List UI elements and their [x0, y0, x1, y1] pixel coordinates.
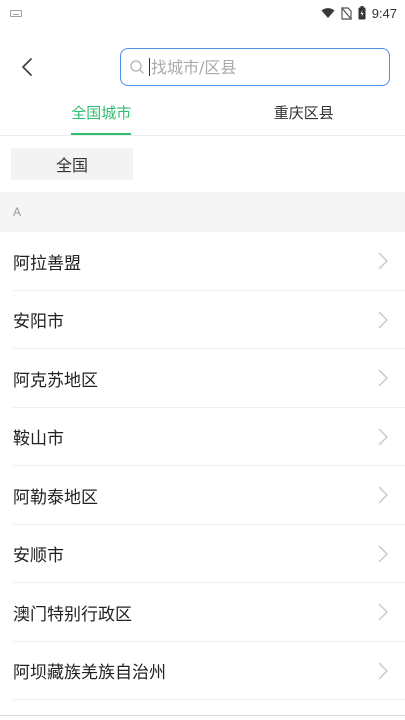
- city-name: 阿勒泰地区: [13, 487, 98, 508]
- keyboard-icon: [10, 9, 22, 17]
- city-name: 安顺市: [13, 546, 64, 567]
- back-button[interactable]: [10, 50, 44, 84]
- tab-bar: 全国城市 重庆区县: [0, 90, 405, 136]
- status-right: 9:47: [321, 6, 397, 21]
- search-box[interactable]: [120, 48, 390, 86]
- nationwide-button[interactable]: 全国: [11, 148, 133, 180]
- city-list-item[interactable]: 阿勒泰地区: [0, 466, 405, 525]
- tab-national-cities[interactable]: 全国城市: [0, 90, 203, 135]
- city-list-item[interactable]: 安顺市: [0, 525, 405, 584]
- city-list-item[interactable]: 安阳市: [0, 291, 405, 350]
- wifi-icon: [321, 8, 335, 18]
- city-list: 阿拉善盟 安阳市 阿克苏地区 鞍山市 阿勒泰地区 安顺市 澳门特别行政区 阿坝藏…: [0, 232, 405, 700]
- city-list-item[interactable]: 阿拉善盟: [0, 232, 405, 291]
- chevron-left-icon: [22, 58, 32, 76]
- chevron-right-icon: [377, 544, 389, 564]
- status-time: 9:47: [371, 5, 397, 21]
- city-name: 阿坝藏族羌族自治州: [13, 663, 166, 684]
- city-name: 安阳市: [13, 312, 64, 333]
- city-list-item[interactable]: 阿坝藏族羌族自治州: [0, 642, 405, 701]
- city-name: 澳门特别行政区: [13, 604, 132, 625]
- header: [0, 44, 405, 90]
- city-name: 鞍山市: [13, 429, 64, 450]
- city-name: 阿拉善盟: [13, 253, 81, 274]
- no-sim-icon: [340, 6, 352, 20]
- chevron-right-icon: [377, 427, 389, 447]
- city-list-item[interactable]: 鞍山市: [0, 408, 405, 467]
- chevron-right-icon: [377, 602, 389, 622]
- battery-icon: [358, 6, 366, 20]
- chevron-right-icon: [377, 310, 389, 330]
- search-input[interactable]: [151, 57, 351, 77]
- search-icon: [129, 59, 145, 75]
- chevron-right-icon: [377, 661, 389, 681]
- city-name: 阿克苏地区: [13, 370, 98, 391]
- chevron-right-icon: [377, 251, 389, 271]
- text-caret: [149, 58, 150, 76]
- status-bar: 9:47: [0, 0, 405, 26]
- status-left: [10, 9, 22, 17]
- city-list-item[interactable]: 澳门特别行政区: [0, 583, 405, 642]
- chevron-right-icon: [377, 368, 389, 388]
- bottom-divider: [0, 715, 405, 716]
- chevron-right-icon: [377, 485, 389, 505]
- tab-chongqing-districts[interactable]: 重庆区县: [203, 90, 405, 135]
- section-header-letter: A: [0, 192, 405, 232]
- city-list-item[interactable]: 阿克苏地区: [0, 349, 405, 408]
